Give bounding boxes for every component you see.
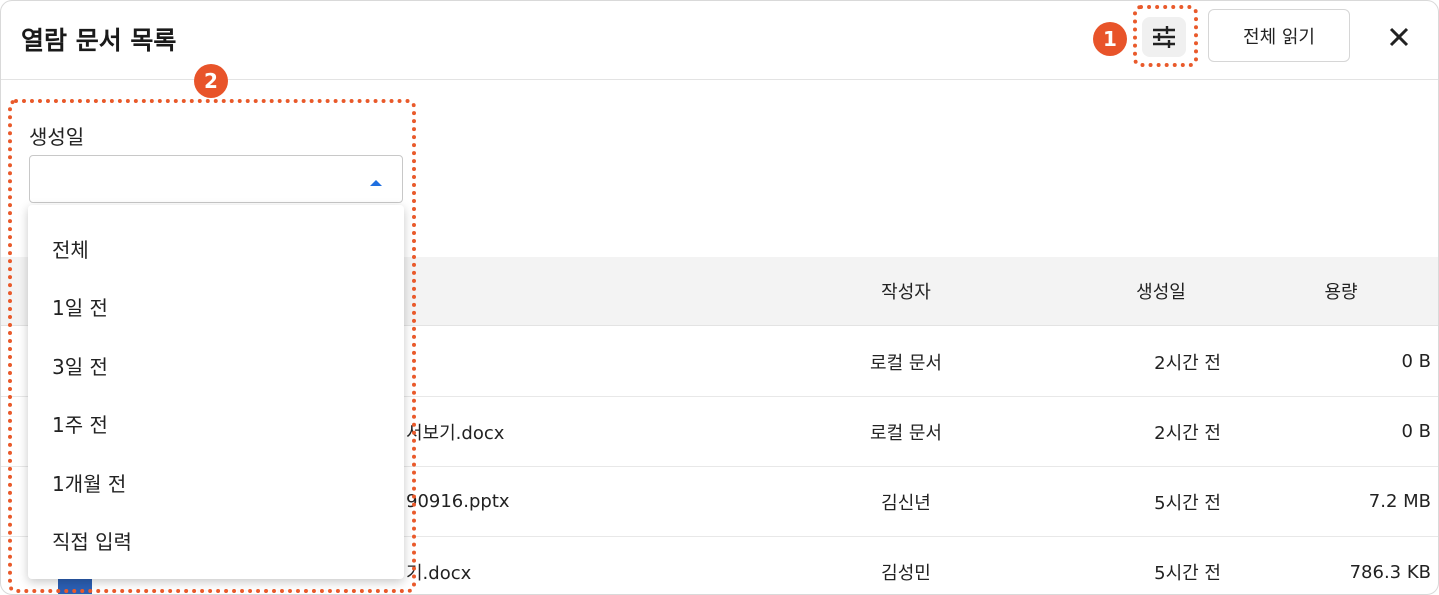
- author: 김신년: [881, 492, 931, 514]
- dialog-title: 열람 문서 목록: [21, 26, 177, 55]
- author: 김성민: [881, 563, 931, 584]
- file-size: 0 B: [1401, 351, 1431, 372]
- file-name: 서보기.docx: [406, 422, 505, 444]
- read-all-button[interactable]: 전체 읽기: [1208, 9, 1350, 62]
- close-icon: [1389, 27, 1409, 47]
- close-button[interactable]: [1381, 19, 1417, 55]
- callout-badge-1: 1: [1093, 22, 1127, 56]
- created-date: 5시간 전: [1154, 492, 1221, 514]
- created-date: 2시간 전: [1154, 422, 1221, 444]
- callout-box-1: [1133, 5, 1198, 67]
- author: 로컬 문서: [870, 422, 942, 444]
- file-name: 90916.pptx: [406, 491, 510, 512]
- file-size: 0 B: [1401, 421, 1431, 442]
- column-header-author[interactable]: 작성자: [821, 257, 991, 325]
- created-date: 2시간 전: [1154, 352, 1221, 374]
- callout-badge-2: 2: [194, 64, 228, 98]
- file-size: 786.3 KB: [1349, 561, 1431, 583]
- column-header-created[interactable]: 생성일: [1081, 257, 1241, 325]
- author: 로컬 문서: [870, 352, 942, 374]
- callout-box-2: [8, 99, 416, 593]
- file-size: 7.2 MB: [1368, 491, 1431, 512]
- column-header-size[interactable]: 용량: [1311, 257, 1371, 325]
- created-date: 5시간 전: [1154, 563, 1221, 584]
